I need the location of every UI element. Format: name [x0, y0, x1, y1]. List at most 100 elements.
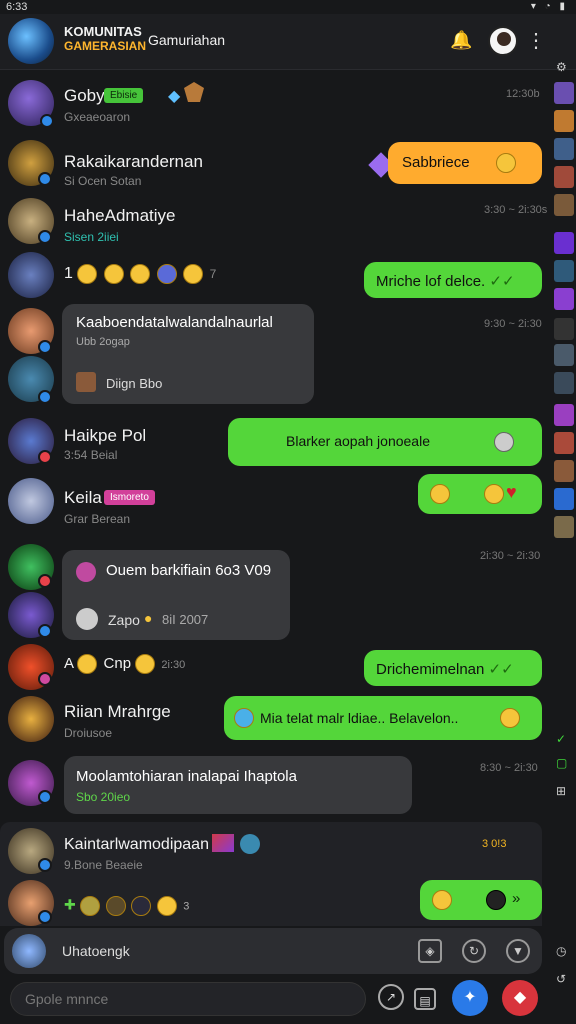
rail-tile[interactable]: [554, 432, 574, 454]
rail-tile[interactable]: [554, 288, 574, 310]
brand-red-icon[interactable]: ◆: [502, 980, 538, 1016]
sender-subtitle: 9.Bone Beaeie: [64, 858, 143, 872]
highlighted-message-group[interactable]: Kaintarlwamodipaan 9.Bone Beaeie 3 0!3 ✚…: [0, 822, 542, 926]
link-icon[interactable]: ⊞: [556, 784, 566, 798]
chevron-right-icon: »: [512, 890, 521, 907]
quick-reply-bar[interactable]: Uhatoengk ◈ ↻ ▼: [4, 928, 542, 974]
message-row[interactable]: Moolamtohiaran inalapai Ihaptola Sbo 20i…: [0, 756, 552, 816]
message-row[interactable]: Riian Mrahrge Droiusoe Mia telat malr ld…: [0, 694, 552, 750]
timestamp: 3 0!3: [482, 838, 507, 850]
rail-tile[interactable]: [554, 260, 574, 282]
rail-tile[interactable]: [554, 194, 574, 216]
rail-tile[interactable]: [554, 488, 574, 510]
sender-subtitle: Gxeaeoaron: [64, 110, 131, 124]
emoji-icon: [494, 432, 514, 452]
card-item: Diign Bbo: [106, 376, 163, 391]
message-row[interactable]: Haikpe Pol 3:54 Beial Blarker aopah jono…: [0, 416, 552, 470]
rail-tile[interactable]: [554, 460, 574, 482]
rail-tile[interactable]: [554, 82, 574, 104]
sender-name: Haikpe Pol: [64, 426, 147, 445]
reaction-list: ✚ 3: [64, 896, 189, 916]
rail-tile[interactable]: [554, 372, 574, 394]
sender-name: Riian Mrahrge: [64, 702, 171, 721]
rail-tile[interactable]: [554, 516, 574, 538]
item-icon: [76, 608, 98, 630]
reaction-lead: 1: [64, 265, 73, 283]
sender-subtitle: Droiusoe: [64, 726, 113, 740]
microphone-icon[interactable]: ▼: [506, 939, 530, 963]
message-card[interactable]: Kaaboendatalwalandalnaurlal Ubb 2ogap Di…: [62, 304, 314, 404]
message-text: Drichemimelnan: [376, 661, 485, 678]
refresh-icon[interactable]: ↻: [462, 939, 486, 963]
emoji-icon: [156, 264, 177, 284]
chat-header: KOMUNITAS GAMERASIAN Gamuriahan 🔔 ⋮: [0, 14, 576, 70]
timestamp: 8:30 ~ 2i:30: [480, 762, 538, 774]
badge-icon: [38, 790, 52, 804]
bell-icon[interactable]: 🔔: [450, 30, 472, 52]
settings-icon[interactable]: ⚙: [556, 60, 567, 74]
message-row[interactable]: 1 7 Mriche lof delce. ✓✓: [0, 252, 552, 302]
reaction-list: 1 7: [64, 264, 216, 284]
clock-icon[interactable]: ◷: [556, 944, 566, 958]
message-bubble[interactable]: ♥: [418, 474, 542, 514]
message-row[interactable]: Goby Ebisie ◆ Gxeaeoaron 12:30b: [0, 78, 552, 138]
message-input-container[interactable]: [10, 982, 366, 1016]
message-row[interactable]: Kaaboendatalwalandalnaurlal Ubb 2ogap Di…: [0, 304, 552, 410]
badge-icon: [40, 114, 54, 128]
globe-icon: [240, 834, 260, 854]
rail-tile[interactable]: [554, 166, 574, 188]
user-avatar[interactable]: [488, 26, 518, 56]
emoji-icon: [486, 890, 506, 910]
message-bubble[interactable]: Mia telat malr ldiae.. Belavelon..: [224, 696, 542, 740]
sender-name: Kaintarlwamodipaan: [64, 836, 209, 853]
medal-icon: ●: [144, 610, 153, 626]
message-bubble[interactable]: Sabbriece: [388, 142, 542, 184]
message-bubble[interactable]: Mriche lof delce. ✓✓: [364, 262, 542, 298]
message-row[interactable]: A Cnp 2i:30 Drichemimelnan ✓✓: [0, 642, 552, 692]
message-bubble[interactable]: Drichemimelnan ✓✓: [364, 650, 542, 686]
message-card[interactable]: Ouem barkifiain 6o3 V09 Zapo ● 8iI 2007: [62, 550, 290, 640]
emoji-icon: [130, 264, 151, 284]
square-icon[interactable]: ▢: [556, 756, 567, 770]
rail-tile[interactable]: [554, 138, 574, 160]
square-icon[interactable]: ▤: [414, 988, 436, 1010]
rail-tile[interactable]: [554, 232, 574, 254]
message-row[interactable]: Rakaikarandernan Si Ocen Sotan Sabbriece: [0, 138, 552, 194]
rail-tile[interactable]: [554, 318, 574, 340]
message-row[interactable]: Keila Ismoreto Grar Berean ♥: [0, 474, 552, 530]
emoji-icon: [131, 896, 152, 916]
message-row[interactable]: HaheAdmatiye Sisen 2iiei 3:30 ~ 2i:30s: [0, 196, 552, 248]
badge-icon: [38, 672, 52, 686]
check-icon: ✓✓: [488, 661, 514, 678]
rail-tile[interactable]: [554, 110, 574, 132]
badge-icon: [38, 340, 52, 354]
emoji-icon: [432, 890, 452, 910]
shield-icon[interactable]: ◈: [418, 939, 442, 963]
card-title: Moolamtohiaran inalapai Ihaptola: [76, 768, 297, 785]
brand-blue-icon[interactable]: ✦: [452, 980, 488, 1016]
badge-icon: [38, 858, 52, 872]
sender-subtitle: Grar Berean: [64, 512, 131, 526]
check-icon: ✓✓: [489, 273, 515, 290]
message-input[interactable]: [25, 991, 355, 1007]
message-row[interactable]: Ouem barkifiain 6o3 V09 Zapo ● 8iI 2007 …: [0, 540, 552, 644]
group-avatar[interactable]: [8, 18, 54, 64]
emoji-icon: [135, 654, 156, 674]
compass-icon[interactable]: ↗: [378, 984, 404, 1010]
emoji-icon: [105, 896, 126, 916]
sender-name: Keila: [64, 488, 102, 507]
sender-name: HaheAdmatiye: [64, 206, 176, 225]
message-bubble[interactable]: Blarker aopah jonoeale: [228, 418, 542, 466]
message-bubble[interactable]: »: [420, 880, 542, 920]
emoji-icon: [234, 708, 254, 728]
rail-tile[interactable]: [554, 344, 574, 366]
message-card[interactable]: Moolamtohiaran inalapai Ihaptola Sbo 20i…: [64, 756, 412, 814]
rail-tile[interactable]: [554, 404, 574, 426]
exit-icon[interactable]: ↺: [556, 972, 566, 986]
more-icon[interactable]: ⋮: [526, 28, 546, 53]
avatar: [8, 252, 54, 298]
badge-icon: [38, 390, 52, 404]
badge-icon: [38, 574, 52, 588]
card-subtitle: Sbo 20ieo: [76, 790, 131, 804]
check-icon[interactable]: ✓: [556, 732, 566, 746]
